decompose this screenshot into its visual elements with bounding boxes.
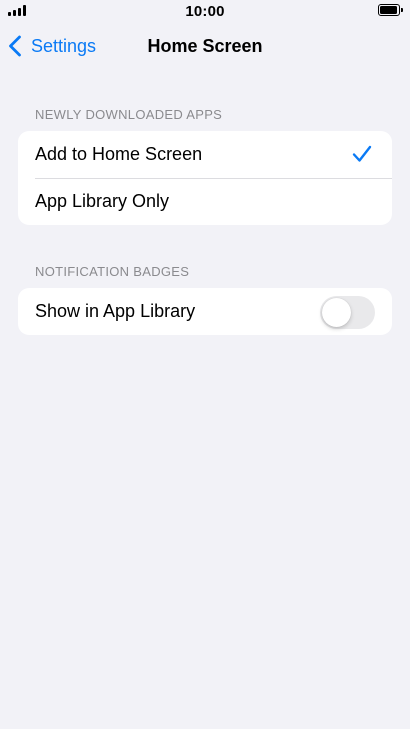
status-time: 10:00 [185, 3, 225, 20]
option-label: App Library Only [35, 191, 170, 211]
notification-badges-group: Show in App Library [18, 288, 392, 335]
page-title: Home Screen [147, 36, 263, 56]
toggle-knob [322, 298, 351, 327]
checkmark-icon [352, 145, 372, 162]
option-label: Add to Home Screen [35, 144, 203, 164]
show-in-app-library-label: Show in App Library [35, 301, 196, 321]
battery-full-icon [378, 4, 403, 16]
show-in-app-library-row: Show in App Library [18, 288, 392, 335]
navigation-bar: Settings Home Screen [0, 24, 410, 68]
show-in-app-library-toggle[interactable] [320, 296, 375, 329]
option-add-to-home-screen[interactable]: Add to Home Screen [18, 131, 392, 178]
section-header-newly-downloaded-apps: NEWLY DOWNLOADED APPS [35, 107, 223, 122]
section-header-notification-badges: NOTIFICATION BADGES [35, 264, 190, 279]
status-bar: 10:00 [0, 0, 410, 24]
option-app-library-only[interactable]: App Library Only [18, 178, 392, 225]
newly-downloaded-apps-group: Add to Home Screen App Library Only [18, 131, 392, 225]
